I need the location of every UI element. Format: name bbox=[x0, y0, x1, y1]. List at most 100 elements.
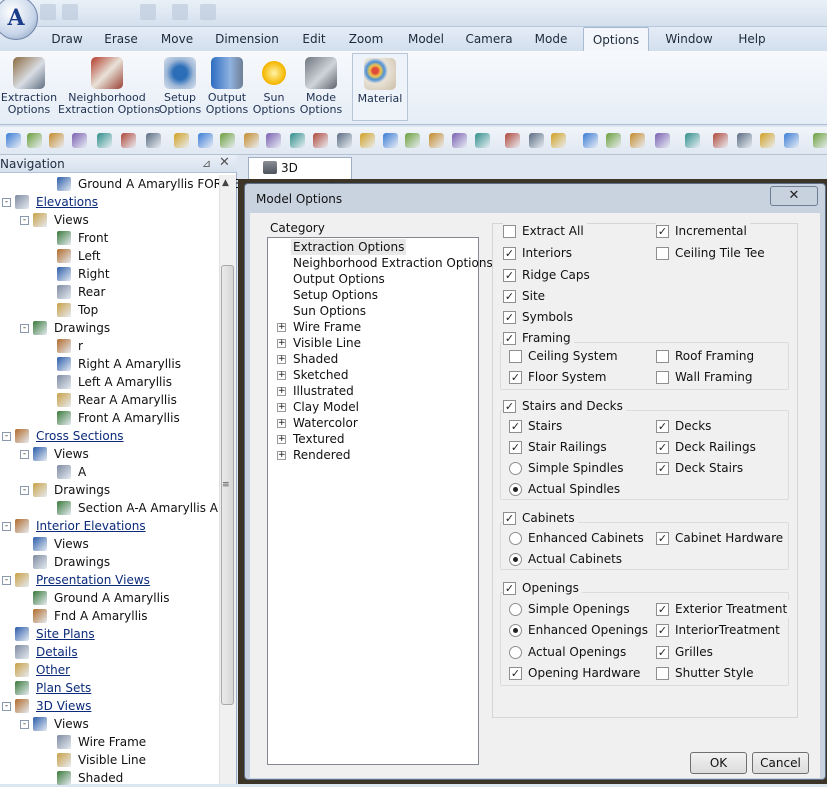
exterior-treatment-checkbox[interactable]: ✓ bbox=[656, 602, 669, 616]
zoom-in-icon[interactable] bbox=[630, 133, 645, 148]
tree-collapse-toggle[interactable]: - bbox=[2, 576, 11, 585]
extra-icon[interactable] bbox=[784, 133, 799, 148]
navigation-item[interactable]: Shaded bbox=[78, 769, 123, 787]
floor-system-option[interactable]: ✓ Floor System bbox=[509, 368, 610, 386]
extract-all-option[interactable]: Extract All bbox=[503, 222, 587, 240]
ruler-icon[interactable] bbox=[360, 133, 375, 148]
output-options-button[interactable]: Output Options bbox=[205, 53, 249, 121]
tree-collapse-toggle[interactable]: - bbox=[20, 216, 29, 225]
navigation-item[interactable]: Interior Elevations bbox=[36, 517, 146, 535]
navigation-item[interactable]: Right A Amaryllis bbox=[78, 355, 181, 373]
ok-button[interactable]: OK bbox=[690, 752, 747, 774]
gear-icon[interactable] bbox=[551, 133, 566, 148]
interior-treatment-checkbox[interactable]: ✓ bbox=[656, 623, 669, 637]
plane-icon[interactable] bbox=[475, 133, 490, 148]
menu-dimension[interactable]: Dimension bbox=[214, 27, 280, 51]
new-icon[interactable] bbox=[40, 4, 56, 20]
cabinet-hardware-option[interactable]: ✓ Cabinet Hardware bbox=[656, 529, 787, 547]
navigation-item[interactable]: Elevations bbox=[36, 193, 98, 211]
stair-railings-option[interactable]: ✓ Stair Railings bbox=[509, 438, 610, 456]
ceiling-system-option[interactable]: Ceiling System bbox=[509, 347, 621, 365]
tree-collapse-toggle[interactable]: - bbox=[20, 486, 29, 495]
enhanced-openings-option[interactable]: Enhanced Openings bbox=[509, 621, 652, 639]
actual-cabinets-option[interactable]: Actual Cabinets bbox=[509, 550, 626, 568]
tree-collapse-toggle[interactable]: - bbox=[2, 198, 11, 207]
navigation-item[interactable]: Views bbox=[54, 715, 89, 733]
incremental-option[interactable]: ✓ Incremental bbox=[656, 222, 750, 240]
framing-option[interactable]: ✓ Framing bbox=[503, 329, 574, 347]
close-button[interactable]: ✕ bbox=[770, 186, 818, 206]
wall-framing-checkbox[interactable] bbox=[656, 370, 669, 384]
tree-collapse-toggle[interactable]: - bbox=[20, 450, 29, 459]
print-icon[interactable] bbox=[172, 4, 188, 20]
opening-hardware-option[interactable]: ✓ Opening Hardware bbox=[509, 664, 644, 682]
actual-spindles-option[interactable]: Actual Spindles bbox=[509, 480, 624, 498]
shutter-style-checkbox[interactable] bbox=[656, 666, 669, 680]
cabinets-option[interactable]: ✓ Cabinets bbox=[503, 509, 578, 527]
sun-options-button[interactable]: Sun Options bbox=[252, 53, 296, 121]
navigation-item[interactable]: Views bbox=[54, 445, 89, 463]
category-item[interactable]: Output Options bbox=[293, 271, 385, 287]
navigation-item[interactable]: Views bbox=[54, 535, 89, 553]
open-icon[interactable] bbox=[27, 133, 42, 148]
navigation-item[interactable]: Fnd A Amaryllis bbox=[54, 607, 148, 625]
navigation-item[interactable]: Details bbox=[36, 643, 78, 661]
enhanced-cabinets-radio[interactable] bbox=[509, 531, 522, 545]
sun-icon[interactable] bbox=[583, 133, 598, 148]
mode-options-button[interactable]: Mode Options bbox=[298, 53, 344, 121]
layer-icon[interactable] bbox=[72, 133, 87, 148]
navigation-item[interactable]: Other bbox=[36, 661, 70, 679]
category-item[interactable]: Rendered bbox=[293, 447, 350, 463]
pin-icon[interactable]: ⊿ bbox=[202, 157, 211, 170]
menu-zoom[interactable]: Zoom bbox=[346, 27, 386, 51]
framing-checkbox[interactable]: ✓ bbox=[503, 331, 516, 345]
material-button[interactable]: Material bbox=[352, 53, 408, 121]
navigation-item[interactable]: Section A-A Amaryllis A bbox=[78, 499, 218, 517]
navigation-item[interactable]: Wire Frame bbox=[78, 733, 146, 751]
category-item[interactable]: Neighborhood Extraction Options bbox=[293, 255, 493, 271]
navigation-item[interactable]: Rear A Amaryllis bbox=[78, 391, 177, 409]
tree-collapse-toggle[interactable]: - bbox=[2, 702, 11, 711]
ridge-caps-option[interactable]: ✓ Ridge Caps bbox=[503, 266, 593, 284]
zoom-window-icon[interactable] bbox=[685, 133, 700, 148]
enhanced-openings-radio[interactable] bbox=[509, 623, 522, 637]
link-icon[interactable] bbox=[220, 133, 235, 148]
paste-icon[interactable] bbox=[121, 133, 136, 148]
navigation-item[interactable]: 3D Views bbox=[36, 697, 91, 715]
category-item[interactable]: Watercolor bbox=[293, 415, 358, 431]
category-expand-toggle[interactable]: + bbox=[277, 355, 286, 364]
setup-options-button[interactable]: Setup Options bbox=[158, 53, 202, 121]
navigation-item[interactable]: Ground A Amaryllis bbox=[54, 589, 170, 607]
navigation-item[interactable]: Views bbox=[54, 211, 89, 229]
stairs-checkbox[interactable]: ✓ bbox=[509, 419, 522, 433]
tree-collapse-toggle[interactable]: - bbox=[2, 522, 11, 531]
navigation-item[interactable]: A bbox=[78, 463, 86, 481]
category-item[interactable]: Wire Frame bbox=[293, 319, 361, 335]
cabinets-checkbox[interactable]: ✓ bbox=[503, 511, 516, 525]
simple-openings-option[interactable]: Simple Openings bbox=[509, 600, 633, 618]
rotate-icon[interactable] bbox=[244, 133, 259, 148]
navigation-item[interactable]: Left bbox=[78, 247, 101, 265]
tree-collapse-toggle[interactable]: - bbox=[20, 720, 29, 729]
grilles-checkbox[interactable]: ✓ bbox=[656, 645, 669, 659]
ridge-caps-checkbox[interactable]: ✓ bbox=[503, 268, 516, 282]
deck-railings-option[interactable]: ✓ Deck Railings bbox=[656, 438, 759, 456]
flip-icon[interactable] bbox=[266, 133, 281, 148]
interiors-checkbox[interactable]: ✓ bbox=[503, 246, 516, 260]
shutter-style-option[interactable]: Shutter Style bbox=[656, 664, 757, 682]
menu-draw[interactable]: Draw bbox=[46, 27, 88, 51]
camera-icon[interactable] bbox=[146, 133, 161, 148]
menu-move[interactable]: Move bbox=[156, 27, 198, 51]
undo-icon[interactable] bbox=[383, 133, 398, 148]
category-item[interactable]: Clay Model bbox=[293, 399, 359, 415]
floor-system-checkbox[interactable]: ✓ bbox=[509, 370, 522, 384]
actual-spindles-radio[interactable] bbox=[509, 482, 522, 496]
category-item[interactable]: Sun Options bbox=[293, 303, 366, 319]
extract-all-checkbox[interactable] bbox=[503, 224, 516, 238]
text-icon[interactable] bbox=[760, 133, 775, 148]
fill-icon[interactable] bbox=[737, 133, 752, 148]
close-panel-icon[interactable]: ✕ bbox=[219, 155, 230, 170]
scroll-up-icon[interactable]: ▲ bbox=[222, 178, 229, 188]
category-expand-toggle[interactable]: + bbox=[277, 387, 286, 396]
zoom-out-icon[interactable] bbox=[713, 133, 728, 148]
